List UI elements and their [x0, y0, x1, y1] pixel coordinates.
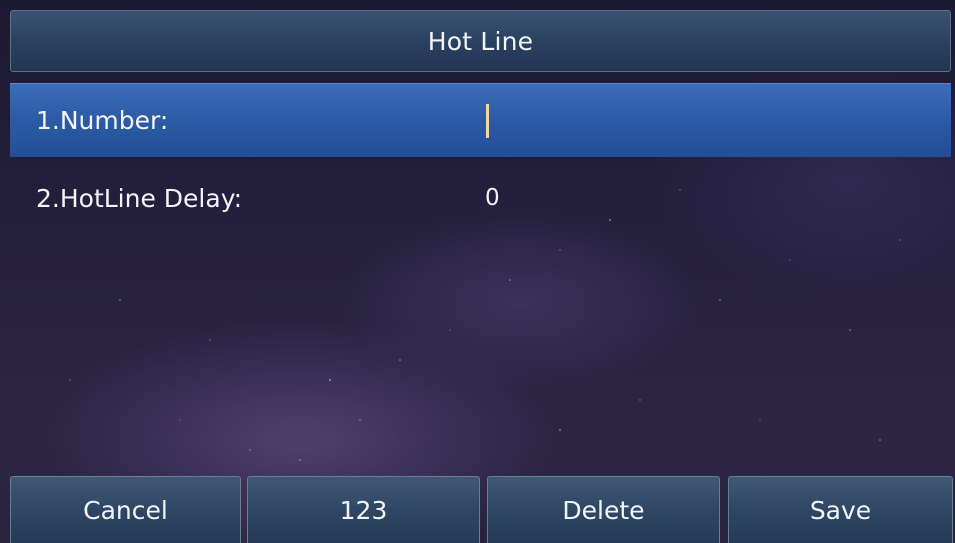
starfield-background [69, 189, 901, 461]
softkey-bar: Cancel 123 Delete Save [10, 476, 953, 543]
number-label: 1.Number: [36, 106, 169, 135]
phone-screen: Hot Line 1.Number: 2.HotLine Delay: 0 Ca… [0, 0, 955, 543]
page-title: Hot Line [427, 26, 534, 56]
cancel-button[interactable]: Cancel [10, 476, 241, 543]
field-row-number[interactable]: 1.Number: [10, 83, 951, 157]
text-cursor [486, 104, 489, 138]
title-bar: Hot Line [10, 10, 951, 72]
input-mode-button[interactable]: 123 [247, 476, 480, 543]
delete-button[interactable]: Delete [487, 476, 720, 543]
field-row-hotline-delay[interactable]: 2.HotLine Delay: 0 [10, 161, 951, 235]
hotline-delay-label: 2.HotLine Delay: [36, 183, 243, 213]
save-button[interactable]: Save [728, 476, 953, 543]
hotline-delay-input[interactable]: 0 [485, 185, 500, 211]
